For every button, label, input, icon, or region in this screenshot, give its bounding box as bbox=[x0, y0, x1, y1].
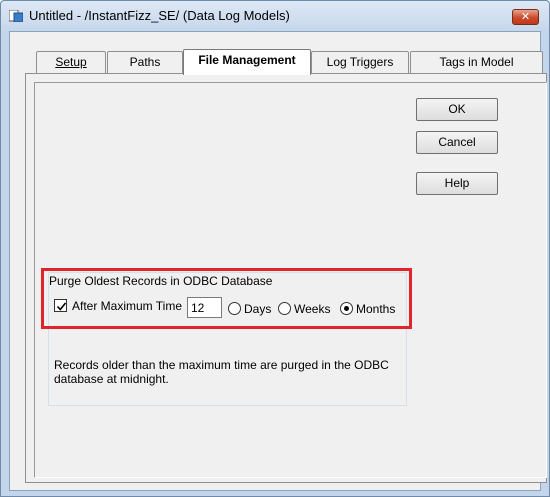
title-bar[interactable]: Untitled - /InstantFizz_SE/ (Data Log Mo… bbox=[1, 1, 549, 31]
tab-tags-in-model[interactable]: Tags in Model bbox=[410, 51, 543, 73]
highlight-annotation bbox=[41, 268, 412, 329]
tab-paths[interactable]: Paths bbox=[107, 51, 183, 73]
window-title: Untitled - /InstantFizz_SE/ (Data Log Mo… bbox=[29, 8, 290, 23]
cancel-button[interactable]: Cancel bbox=[416, 131, 498, 154]
close-button[interactable]: ✕ bbox=[512, 9, 539, 25]
ok-button[interactable]: OK bbox=[416, 98, 498, 121]
close-icon: ✕ bbox=[520, 11, 531, 23]
tab-file-management[interactable]: File Management bbox=[183, 49, 311, 75]
tab-log-triggers[interactable]: Log Triggers bbox=[311, 51, 409, 73]
tab-setup[interactable]: Setup bbox=[36, 51, 106, 73]
purge-description: Records older than the maximum time are … bbox=[54, 358, 389, 386]
app-icon bbox=[8, 9, 24, 23]
help-button[interactable]: Help bbox=[416, 172, 498, 195]
